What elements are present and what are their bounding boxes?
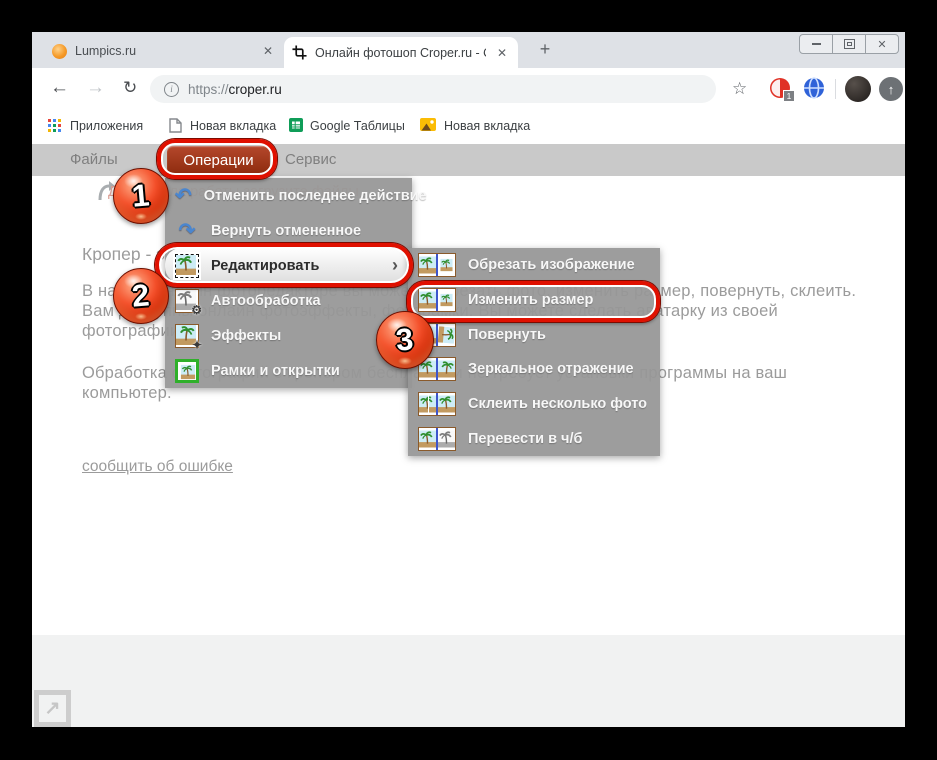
step-badge-2: 2	[113, 268, 169, 324]
url-text: https://croper.ru	[188, 82, 282, 97]
menu-item-label: Зеркальное отражение	[468, 361, 634, 378]
menu-item-label: Автообработка	[211, 292, 321, 309]
tab-strip: Lumpics.ru ✕ Онлайн фотошоп Croper.ru - …	[32, 32, 905, 68]
maximize-button[interactable]	[832, 35, 865, 53]
menu-item-label: Обрезать изображение	[468, 257, 635, 274]
url-scheme: https://	[188, 81, 229, 97]
lumpics-favicon-icon	[52, 43, 67, 59]
submenu-item-mirror[interactable]: Зеркальное отражение	[408, 352, 660, 387]
bookmark-apps[interactable]: Приложения	[70, 119, 143, 133]
menu-item-label: Перевести в ч/б	[468, 430, 583, 447]
tab-title: Онлайн фотошоп Croper.ru - Об	[315, 45, 486, 60]
report-error-link[interactable]: сообщить об ошибке	[82, 458, 233, 476]
annotation-ring-edit	[155, 243, 413, 287]
image-effects-icon: ✦	[175, 323, 202, 352]
undo-icon: ↶	[175, 185, 192, 207]
tab-title: Lumpics.ru	[75, 44, 137, 58]
google-sheets-icon	[289, 118, 303, 135]
menu-item-effects[interactable]: ✦ Эффекты	[165, 318, 412, 353]
tab-close-icon[interactable]: ✕	[494, 46, 510, 60]
bookmark-google-sheets[interactable]: Google Таблицы	[310, 119, 405, 133]
image-gear-icon: ⚙	[175, 288, 202, 317]
crop-before-after-icon	[418, 253, 456, 278]
apps-grid-icon[interactable]	[48, 119, 61, 132]
bookmark-new-tab-2[interactable]: Новая вкладка	[444, 119, 530, 133]
menu-files[interactable]: Файлы	[70, 151, 118, 168]
browser-toolbar: ← → ↻ i https://croper.ru ☆ 1 ↑	[32, 68, 905, 110]
tab-lumpics[interactable]: Lumpics.ru ✕	[44, 37, 284, 65]
bookmarks-bar: Приложения Новая вкладка Google Таблицы …	[32, 110, 905, 142]
menu-item-undo[interactable]: ↶ Отменить последнее действие	[165, 178, 427, 213]
menu-item-frames[interactable]: Рамки и открытки	[165, 353, 412, 388]
menu-item-label: Повернуть	[468, 326, 546, 343]
counter-logo-icon[interactable]: ↗	[34, 690, 71, 727]
adblock-extension-icon[interactable]: 1	[769, 77, 795, 102]
reload-icon[interactable]: ↻	[123, 77, 137, 99]
redo-icon: ↷	[178, 220, 196, 242]
bookmark-star-icon[interactable]: ☆	[732, 79, 747, 99]
image-frame-icon	[175, 358, 199, 383]
submenu-item-crop[interactable]: Обрезать изображение	[408, 248, 660, 283]
globe-extension-icon[interactable]	[803, 77, 825, 99]
menu-item-autoprocess[interactable]: ⚙ Автообработка	[165, 283, 412, 318]
menu-item-label: Склеить несколько фото	[468, 396, 648, 413]
edit-submenu: Обрезать изображение Изменить размер Пов…	[408, 248, 660, 456]
annotation-ring-operations	[157, 139, 277, 179]
address-bar[interactable]: i https://croper.ru	[150, 75, 716, 103]
bookmark-new-tab-1[interactable]: Новая вкладка	[190, 119, 276, 133]
step-badge-1: 1	[113, 168, 169, 224]
url-domain: croper.ru	[228, 81, 282, 97]
menu-service[interactable]: Сервис	[285, 151, 336, 168]
menu-item-label: Вернуть отмененное	[211, 222, 362, 239]
tab-croper[interactable]: Онлайн фотошоп Croper.ru - Об ✕	[284, 37, 518, 68]
step-badge-3: 3	[376, 311, 434, 369]
annotation-ring-resize	[407, 281, 660, 322]
close-button[interactable]: ✕	[865, 35, 898, 53]
blank-page-icon	[169, 118, 182, 136]
submenu-item-rotate[interactable]: Повернуть	[408, 317, 660, 352]
maximize-icon	[843, 39, 855, 49]
site-info-icon[interactable]: i	[164, 81, 179, 97]
free-line-2: компьютер.	[82, 384, 172, 402]
back-icon[interactable]: ←	[50, 77, 69, 99]
submenu-item-grayscale[interactable]: Перевести в ч/б	[408, 421, 660, 456]
picture-icon	[420, 118, 436, 134]
menu-item-label: Рамки и открытки	[211, 362, 340, 379]
browser-update-icon[interactable]: ↑	[879, 77, 903, 101]
menu-item-label: Отменить последнее действие	[203, 187, 427, 204]
croper-crop-favicon-icon	[292, 45, 307, 60]
profile-avatar[interactable]	[845, 76, 871, 102]
minimize-icon	[811, 40, 821, 45]
new-tab-button[interactable]: +	[534, 39, 556, 60]
window-controls: ✕	[799, 34, 899, 54]
tab-close-icon[interactable]: ✕	[260, 44, 276, 58]
page-footer	[32, 635, 905, 727]
glue-before-after-icon	[418, 392, 456, 417]
menu-item-label: Эффекты	[211, 327, 282, 344]
extension-badge: 1	[783, 90, 795, 102]
grayscale-before-after-icon	[418, 426, 456, 451]
forward-icon[interactable]: →	[86, 77, 105, 99]
toolbar-divider	[835, 79, 836, 99]
minimize-button[interactable]	[800, 35, 832, 53]
submenu-item-glue[interactable]: Склеить несколько фото	[408, 387, 660, 422]
